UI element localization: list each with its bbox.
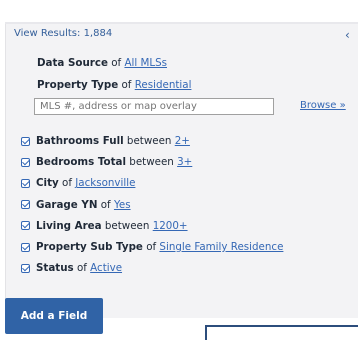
criteria-name: Bathrooms Full: [36, 135, 124, 147]
criteria-row: Bedrooms Total between 3+: [21, 155, 192, 169]
criteria-name: Living Area: [36, 219, 102, 232]
criteria-value-link[interactable]: 1200+: [153, 220, 188, 232]
field-connector: of: [111, 57, 122, 69]
criteria-value-link[interactable]: Single Family Residence: [159, 241, 283, 253]
criteria-value-link[interactable]: Jacksonville: [75, 177, 135, 189]
criteria-connector: of: [146, 241, 157, 253]
criteria-checkbox[interactable]: [21, 157, 30, 167]
criteria-text: Garage YN of Yes: [36, 199, 131, 211]
field-name: Data Source: [37, 57, 108, 69]
criteria-row: City of Jacksonville: [21, 176, 135, 190]
criteria-text: Bathrooms Full between 2+: [36, 135, 190, 147]
criteria-row: Property Sub Type of Single Family Resid…: [21, 240, 283, 254]
criteria-name: Property Sub Type: [36, 241, 143, 253]
criteria-checkbox[interactable]: [21, 242, 30, 252]
data-source-row: Data Source of All MLSs: [37, 57, 167, 69]
view-results-link[interactable]: View Results: 1,884: [14, 28, 112, 39]
criteria-value-link[interactable]: 3+: [177, 156, 192, 168]
panel-top-border: [5, 22, 358, 24]
browse-link[interactable]: Browse »: [300, 100, 346, 111]
criteria-text: Status of Active: [36, 262, 122, 274]
criteria-connector: between: [129, 156, 174, 169]
criteria-text: Bedrooms Total between 3+: [36, 156, 192, 168]
property-type-row: Property Type of Residential: [37, 79, 191, 91]
criteria-name: Garage YN: [36, 198, 98, 211]
property-type-value-link[interactable]: Residential: [135, 79, 192, 91]
criteria-connector: between: [126, 135, 172, 147]
mls-search-input[interactable]: [34, 98, 274, 115]
field-name: Property Type: [37, 79, 119, 91]
criteria-text: City of Jacksonville: [36, 177, 135, 189]
criteria-row: Garage YN of Yes: [21, 198, 131, 212]
criteria-row: Status of Active: [21, 261, 122, 275]
criteria-text: Living Area between 1200+: [36, 220, 188, 232]
criteria-value-link[interactable]: Active: [90, 262, 122, 274]
criteria-checkbox[interactable]: [21, 136, 30, 146]
criteria-checkbox[interactable]: [21, 221, 30, 231]
criteria-connector: of: [100, 198, 111, 211]
criteria-text: Property Sub Type of Single Family Resid…: [36, 241, 283, 253]
chevron-left-icon[interactable]: ‹: [345, 28, 350, 42]
criteria-checkbox[interactable]: [21, 178, 30, 188]
criteria-row: Bathrooms Full between 2+: [21, 134, 190, 148]
criteria-value-link[interactable]: 2+: [175, 135, 190, 147]
criteria-connector: between: [104, 219, 150, 232]
criteria-value-link[interactable]: Yes: [114, 199, 131, 211]
criteria-checkbox[interactable]: [21, 263, 30, 273]
criteria-connector: of: [62, 177, 72, 190]
criteria-checkbox[interactable]: [21, 200, 30, 210]
criteria-name: Bedrooms Total: [36, 156, 127, 169]
data-source-value-link[interactable]: All MLSs: [124, 57, 167, 69]
criteria-name: City: [36, 177, 59, 190]
add-field-button[interactable]: Add a Field: [5, 298, 103, 334]
criteria-row: Living Area between 1200+: [21, 219, 188, 233]
field-connector: of: [121, 79, 132, 91]
criteria-name: Status: [36, 262, 74, 275]
criteria-connector: of: [76, 262, 87, 275]
